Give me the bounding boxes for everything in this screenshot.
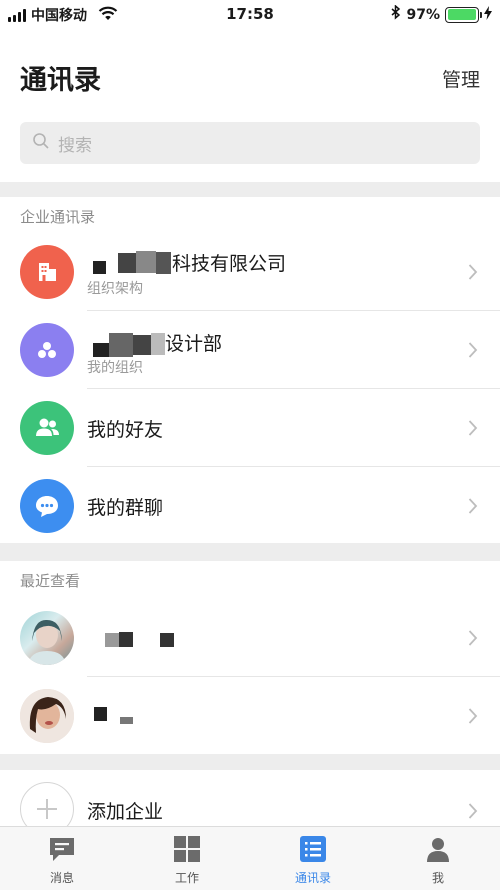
friends-label: 我的好友	[87, 419, 164, 441]
redaction-block	[119, 632, 133, 647]
bluetooth-icon	[391, 4, 401, 24]
redaction-block	[151, 333, 165, 355]
org-nodes-icon	[20, 323, 74, 377]
avatar	[20, 611, 74, 665]
redaction-block	[105, 633, 119, 647]
recent-section: 最近查看	[0, 561, 500, 754]
battery-percent: 97%	[406, 6, 440, 23]
add-enterprise-section: 添加企业	[0, 770, 500, 836]
redaction-block	[109, 333, 133, 357]
redaction-block	[136, 251, 156, 273]
battery-icon	[445, 6, 482, 23]
add-enterprise-row[interactable]: 添加企业	[0, 770, 500, 836]
tab-work[interactable]: 工作	[147, 833, 227, 886]
tab-label: 工作	[174, 871, 199, 885]
department-subtitle: 我的组织	[87, 360, 143, 376]
message-icon	[46, 833, 78, 865]
person-icon	[422, 833, 454, 865]
company-name: 科技有限公司	[172, 253, 287, 275]
redaction-block	[94, 707, 107, 721]
section-label-enterprise: 企业通讯录	[20, 208, 96, 226]
list-item-company[interactable]: 科技有限公司 组织架构	[0, 233, 500, 311]
redaction-block	[133, 335, 151, 355]
tab-contacts[interactable]: 通讯录	[273, 833, 353, 886]
tab-label: 我	[431, 871, 444, 885]
list-item-recent-contact[interactable]	[0, 599, 500, 677]
chevron-right-icon	[468, 419, 478, 441]
battery-fill	[447, 9, 476, 20]
redaction-block	[93, 343, 109, 357]
tab-me[interactable]: 我	[398, 833, 478, 886]
list-item-department[interactable]: 设计部 我的组织	[0, 311, 500, 389]
tab-label: 通讯录	[294, 871, 331, 885]
search-placeholder: 搜索	[58, 135, 92, 156]
chevron-right-icon	[468, 497, 478, 519]
tab-label: 消息	[49, 871, 74, 885]
charging-icon	[484, 5, 492, 24]
friends-icon	[20, 401, 74, 455]
page-title: 通讯录	[20, 65, 101, 96]
redaction-block	[120, 717, 133, 724]
redaction-block	[160, 633, 174, 647]
group-chat-icon	[20, 479, 74, 533]
building-icon	[20, 245, 74, 299]
add-enterprise-label: 添加企业	[87, 801, 164, 823]
header: 通讯录 管理 搜索	[0, 28, 500, 182]
search-icon	[32, 132, 50, 154]
tab-bar: 消息 工作 通讯录 我	[0, 826, 500, 890]
section-label-recent: 最近查看	[20, 572, 81, 590]
enterprise-section: 企业通讯录 科技有限公司 组织架构 设计部 我的组织 我的好友 我的群聊	[0, 197, 500, 543]
status-bar: 中国移动 17:58 97%	[0, 0, 500, 28]
redaction-block	[118, 253, 136, 273]
chevron-right-icon	[468, 341, 478, 363]
chevron-right-icon	[468, 629, 478, 651]
redaction-block	[93, 261, 106, 274]
department-name: 设计部	[165, 333, 223, 355]
chevron-right-icon	[468, 263, 478, 285]
grid-icon	[171, 833, 203, 865]
redaction-block	[156, 252, 171, 274]
list-item-group-chats[interactable]: 我的群聊	[0, 467, 500, 545]
manage-button[interactable]: 管理	[442, 65, 480, 92]
search-input[interactable]: 搜索	[20, 122, 480, 164]
chevron-right-icon	[468, 802, 478, 824]
company-subtitle: 组织架构	[87, 281, 143, 297]
list-item-friends[interactable]: 我的好友	[0, 389, 500, 467]
chevron-right-icon	[468, 707, 478, 729]
contacts-list-icon	[297, 833, 329, 865]
list-item-recent-contact[interactable]	[0, 677, 500, 755]
group-chats-label: 我的群聊	[87, 497, 164, 519]
avatar	[20, 689, 74, 743]
tab-messages[interactable]: 消息	[22, 833, 102, 886]
status-right: 97%	[391, 4, 492, 24]
